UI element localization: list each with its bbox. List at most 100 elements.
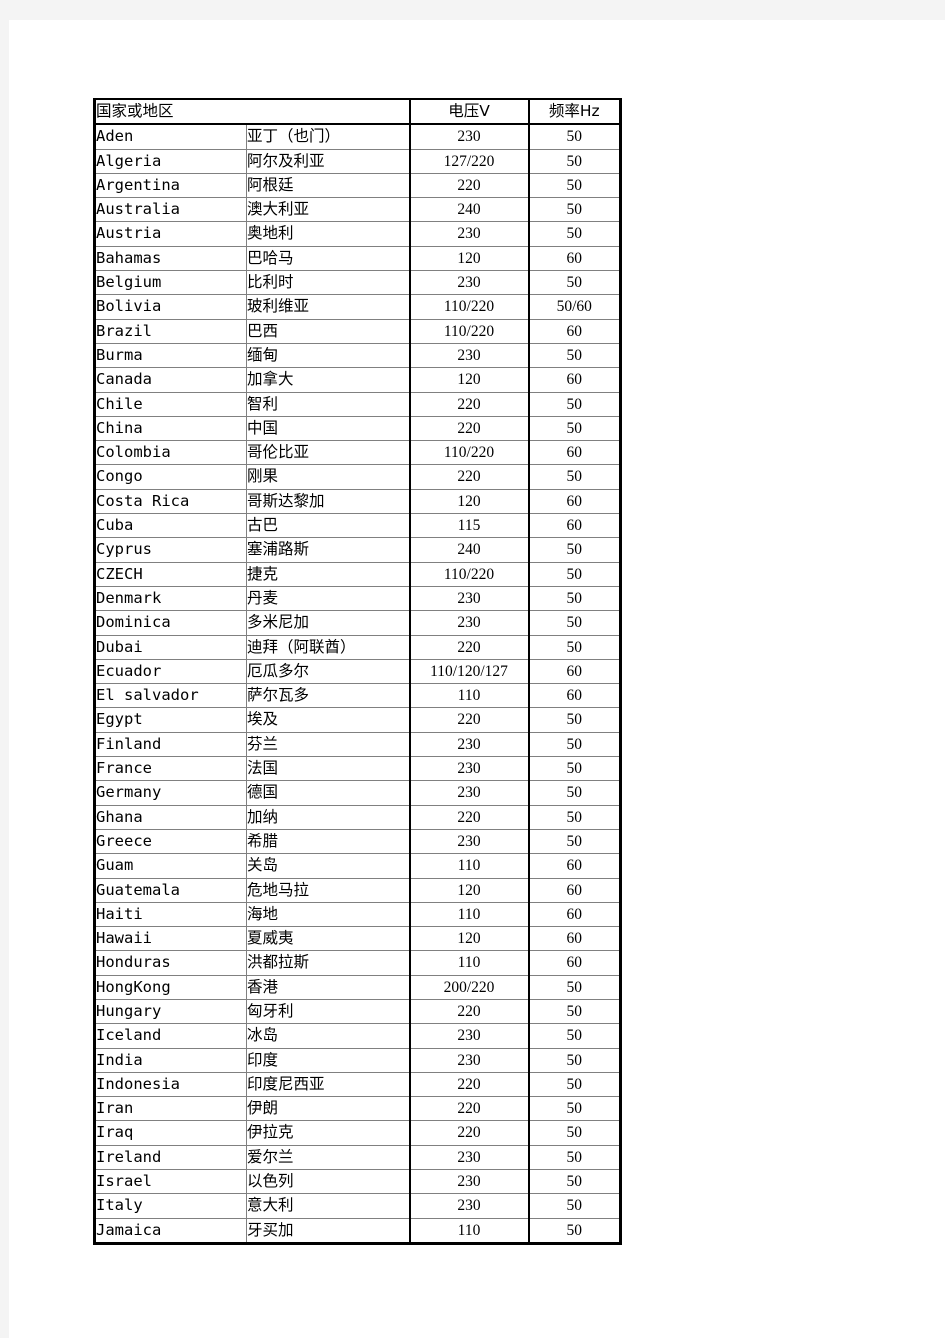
- table-row: Colombia 哥伦比亚 110/220 60: [94, 440, 621, 465]
- document-page: 国家或地区 电压V 频率Hz Aden 亚丁（也门） 230 50 Algeria 阿尔及…: [9, 20, 945, 1338]
- frequency-value: 50: [527, 1096, 621, 1121]
- country-name-en: Costa Rica: [94, 488, 247, 514]
- frequency-value: 50: [527, 610, 621, 636]
- frequency-value: 60: [527, 877, 621, 903]
- table-row: Israel 以色列 230 50: [94, 1169, 621, 1194]
- table-row: Argentina 阿根廷 220 50: [94, 172, 621, 198]
- country-name-zh: 洪都拉斯: [246, 950, 410, 976]
- frequency-value: 50: [527, 707, 621, 733]
- country-name-zh: 加纳: [246, 804, 410, 830]
- table-row: Germany 德国 230 50: [94, 780, 621, 806]
- country-name-zh: 萨尔瓦多: [246, 683, 410, 708]
- country-name-zh: 刚果: [246, 464, 410, 490]
- voltage-value: 240: [408, 197, 529, 222]
- country-name-zh: 古巴: [246, 513, 410, 538]
- country-name-en: Iraq: [94, 1120, 247, 1146]
- country-name-zh: 以色列: [246, 1169, 410, 1194]
- frequency-value: 50: [527, 124, 621, 150]
- country-name-zh: 加拿大: [246, 367, 410, 393]
- table-row: Burma 缅甸 230 50: [94, 342, 621, 368]
- country-name-en: Guatemala: [94, 877, 247, 903]
- country-name-zh: 巴哈马: [246, 245, 410, 271]
- country-name-zh: 哥伦比亚: [246, 440, 410, 465]
- voltage-value: 230: [408, 124, 529, 150]
- country-name-en: Ecuador: [94, 658, 247, 684]
- table-row: Hawaii 夏威夷 120 60: [94, 926, 621, 951]
- country-name-en: Belgium: [94, 270, 247, 295]
- frequency-value: 60: [527, 440, 621, 465]
- voltage-value: 120: [408, 926, 529, 951]
- column-header-voltage: 电压V: [408, 99, 529, 126]
- voltage-value: 230: [408, 270, 529, 295]
- country-name-zh: 伊朗: [246, 1096, 410, 1121]
- country-name-zh: 芬兰: [246, 731, 410, 757]
- voltage-value: 220: [408, 172, 529, 198]
- voltage-value: 230: [408, 342, 529, 368]
- voltage-value: 110/220: [408, 294, 529, 320]
- country-name-en: Guam: [94, 853, 247, 878]
- table-row: China 中国 220 50: [94, 415, 621, 441]
- voltage-value: 230: [408, 1193, 529, 1219]
- voltage-value: 220: [408, 1071, 529, 1097]
- table-row: Cuba 古巴 115 60: [94, 513, 621, 538]
- country-name-en: Aden: [96, 127, 134, 146]
- frequency-value: 50: [527, 270, 621, 295]
- country-name-en: Chile: [94, 391, 247, 417]
- table-row: Guam 关岛 110 60: [94, 853, 621, 878]
- table-row: Costa Rica 哥斯达黎加 120 60: [94, 488, 621, 514]
- country-name-en: HongKong: [94, 974, 247, 1000]
- voltage-value: 230: [408, 780, 529, 806]
- country-name-en: Israel: [94, 1169, 247, 1194]
- voltage-value: 230: [408, 221, 529, 247]
- voltage-value: 110: [408, 853, 529, 878]
- voltage-value: 120: [408, 488, 529, 514]
- country-name-zh: 爱尔兰: [246, 1144, 410, 1170]
- frequency-value: 60: [527, 318, 621, 344]
- frequency-value: 50: [527, 1071, 621, 1097]
- voltage-value: 110/220: [408, 440, 529, 465]
- frequency-value: 50: [527, 1047, 621, 1073]
- table-row: Chile 智利 220 50: [94, 391, 621, 417]
- frequency-value: 50: [527, 1217, 621, 1244]
- table-row: HongKong 香港 200/220 50: [94, 974, 621, 1000]
- country-name-en: Cyprus: [94, 537, 247, 563]
- country-name-zh: 奥地利: [246, 221, 410, 247]
- table-row: Guatemala 危地马拉 120 60: [94, 877, 621, 903]
- frequency-value: 50/60: [527, 294, 621, 320]
- voltage-value: 230: [408, 1023, 529, 1049]
- country-name-zh: 多米尼加: [246, 610, 410, 636]
- table-row: Honduras 洪都拉斯 110 60: [94, 950, 621, 976]
- country-name-zh: 法国: [246, 756, 410, 781]
- country-name-en: Honduras: [94, 950, 247, 976]
- table-row: Haiti 海地 110 60: [94, 901, 621, 927]
- country-name-zh: 哥斯达黎加: [246, 488, 410, 514]
- frequency-value: 50: [527, 974, 621, 1000]
- column-header-country: 国家或地区: [94, 99, 410, 126]
- country-name-zh: 比利时: [246, 270, 410, 295]
- table-row: Dominica 多米尼加 230 50: [94, 610, 621, 636]
- voltage-value: 230: [408, 585, 529, 611]
- country-name-zh: 厄瓜多尔: [246, 658, 410, 684]
- country-name-en: Ghana: [94, 804, 247, 830]
- table-row: Italy 意大利 230 50: [94, 1193, 621, 1219]
- country-name-zh: 关岛: [246, 853, 410, 878]
- frequency-value: 50: [527, 172, 621, 198]
- country-name-zh: 香港: [246, 974, 410, 1000]
- table-row: Ireland 爱尔兰 230 50: [94, 1144, 621, 1170]
- country-name-en: Australia: [94, 197, 247, 222]
- table-row: Congo 刚果 220 50: [94, 464, 621, 490]
- frequency-value: 60: [527, 245, 621, 271]
- frequency-value: 50: [527, 221, 621, 247]
- table-row: Ghana 加纳 220 50: [94, 804, 621, 830]
- table-row: Hungary 匈牙利 220 50: [94, 998, 621, 1024]
- frequency-value: 50: [527, 828, 621, 854]
- country-name-en: Italy: [94, 1193, 247, 1219]
- voltage-value: 110/120/127: [408, 658, 529, 684]
- table-row: Iceland 冰岛 230 50: [94, 1023, 621, 1049]
- voltage-value: 220: [408, 707, 529, 733]
- page-top-margin: [0, 0, 945, 20]
- frequency-value: 50: [527, 1120, 621, 1146]
- country-name-zh: 海地: [246, 901, 410, 927]
- voltage-value: 230: [408, 610, 529, 636]
- frequency-value: 50: [527, 537, 621, 563]
